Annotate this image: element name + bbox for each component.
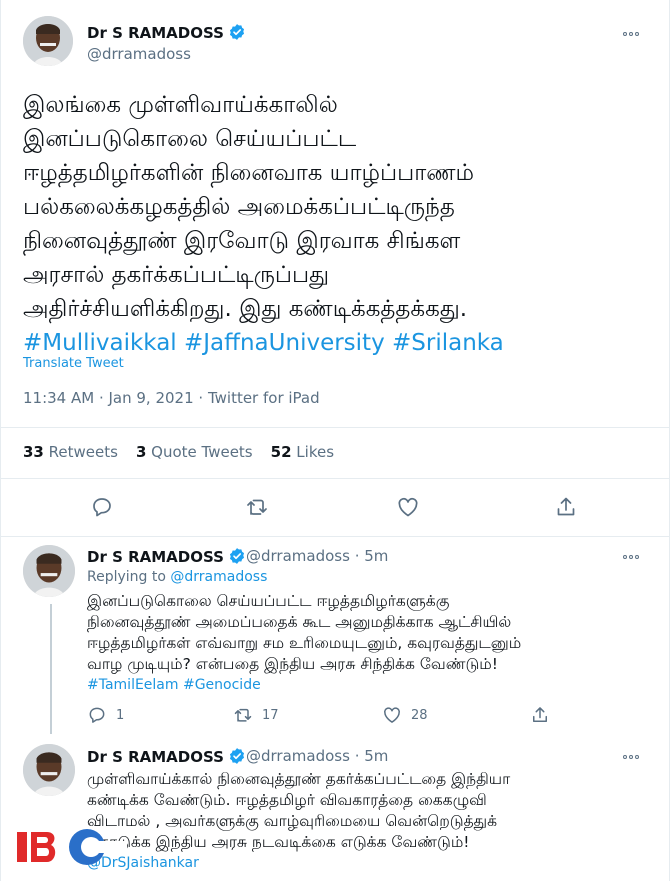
reply-text-line: ஈழத்தமிழர்கள் எவ்வாறு சம உரிமையுடனும், க…	[87, 634, 522, 652]
reply-text-line: முள்ளிவாய்க்கால் நினைவுத்தூண் தகர்க்கப்ப…	[87, 770, 511, 788]
like-icon[interactable]	[396, 495, 420, 519]
reply-author-handle[interactable]: @drramadoss · 5m	[246, 747, 388, 765]
reply-author-avatar[interactable]	[23, 744, 75, 796]
reply-text-line: கொடுக்க இந்திய அரசு நடவடிக்கை எடுக்க வேண…	[87, 833, 470, 851]
tweet-timestamp[interactable]: 11:34 AM · Jan 9, 2021 · Twitter for iPa…	[23, 389, 320, 407]
reply-text-line: கண்டிக்க வேண்டும். ஈழத்தமிழர் விவகாரத்தை…	[87, 791, 487, 809]
reply-text-line: நினைவுத்தூண் அமைப்பதைக் கூட அனுமதிக்காக …	[87, 613, 512, 631]
reply-time[interactable]: · 5m	[355, 547, 389, 565]
tweet-stats: 33 Retweets 3 Quote Tweets 52 Likes	[23, 443, 334, 461]
divider	[1, 536, 670, 537]
reply-time[interactable]: · 5m	[355, 747, 389, 765]
reply-reply-button[interactable]: 1	[87, 705, 124, 725]
reply-author-handle[interactable]: @drramadoss · 5m	[246, 547, 388, 565]
author-handle[interactable]: @drramadoss	[87, 45, 191, 63]
reply-author-name[interactable]: Dr S RAMADOSS	[87, 547, 246, 566]
tweet-text-line: இனப்படுகொலை செய்யப்பட்ட	[23, 126, 357, 152]
replying-to: Replying to @drramadoss	[87, 569, 268, 585]
like-count: 28	[411, 707, 428, 723]
reply-text-line: இனப்படுகொலை செய்யப்பட்ட ஈழத்தமிழர்களுக்க…	[87, 592, 450, 610]
thread-connector-line	[50, 604, 52, 734]
verified-badge-icon	[229, 748, 244, 764]
reply-icon[interactable]	[90, 495, 114, 519]
tweet-text: இலங்கை முள்ளிவாய்க்காலில் இனப்படுகொலை செ…	[23, 88, 653, 360]
tweet-text-line: அதிர்ச்சியளிக்கிறது. இது கண்டிக்கத்தக்கத…	[23, 296, 468, 322]
reply-count: 1	[116, 707, 125, 723]
share-icon	[533, 707, 547, 722]
more-options-icon[interactable]	[619, 747, 643, 767]
verified-badge-icon	[229, 24, 244, 40]
author-name[interactable]: Dr S RAMADOSS	[87, 23, 246, 42]
reply-author-name[interactable]: Dr S RAMADOSS	[87, 747, 246, 766]
more-options-icon[interactable]	[619, 547, 643, 567]
tweet-text-line: அரசால் தகர்க்கப்பட்டிருப்பது	[23, 262, 330, 288]
reply-like-button[interactable]: 28	[382, 705, 428, 725]
tweet-text-line: பல்கலைக்கழகத்தில் அமைக்கப்பட்டிருந்த	[23, 194, 455, 220]
verified-badge-icon	[229, 548, 244, 564]
share-icon[interactable]	[554, 495, 578, 519]
reply-share-button[interactable]	[530, 705, 559, 725]
reply-author-avatar[interactable]	[23, 545, 75, 597]
more-options-icon[interactable]	[619, 24, 643, 44]
tweet-text-line: இலங்கை முள்ளிவாய்க்காலில்	[23, 92, 338, 118]
retweet-icon	[234, 708, 252, 722]
reply-icon	[89, 707, 105, 723]
likes-stat[interactable]: 52 Likes	[271, 443, 334, 461]
divider	[1, 478, 670, 479]
reply-hashtags[interactable]: #TamilEelam #Genocide	[87, 675, 647, 696]
reply-text: இனப்படுகொலை செய்யப்பட்ட ஈழத்தமிழர்களுக்க…	[87, 591, 647, 696]
author-avatar[interactable]	[23, 16, 73, 66]
quote-tweets-stat[interactable]: 3 Quote Tweets	[136, 443, 253, 461]
tweet-text-line: ஈழத்தமிழர்களின் நினைவாக யாழ்ப்பாணம்	[23, 160, 475, 186]
replying-to-handle[interactable]: @drramadoss	[170, 569, 267, 585]
divider	[1, 427, 670, 428]
tweet-hashtags[interactable]: #Mullivaikkal #JaffnaUniversity #Srilank…	[23, 326, 653, 360]
reply-text: முள்ளிவாய்க்கால் நினைவுத்தூண் தகர்க்கப்ப…	[87, 769, 647, 874]
retweet-count: 17	[262, 707, 279, 723]
translate-tweet-link[interactable]: Translate Tweet	[23, 356, 124, 371]
reply-retweet-button[interactable]: 17	[233, 705, 279, 725]
like-icon	[384, 707, 400, 723]
reply-text-line: வாழ முடியும்? என்பதை இந்திய அரசு சிந்திக…	[87, 655, 498, 673]
retweets-stat[interactable]: 33 Retweets	[23, 443, 118, 461]
reply-text-line: விடாமல் , அவர்களுக்கு வாழ்வுரிமையை வென்ற…	[87, 812, 498, 830]
tweet-page: Dr S RAMADOSS @drramadoss இலங்கை முள்ளிவ…	[0, 0, 670, 881]
tweet-text-line: நினைவுத்தூண் இரவோடு இரவாக சிங்கள	[23, 228, 461, 254]
ibc-watermark-logo	[17, 828, 127, 866]
reply-mention[interactable]: @DrSJaishankar	[87, 853, 647, 874]
retweet-icon[interactable]	[245, 495, 269, 519]
